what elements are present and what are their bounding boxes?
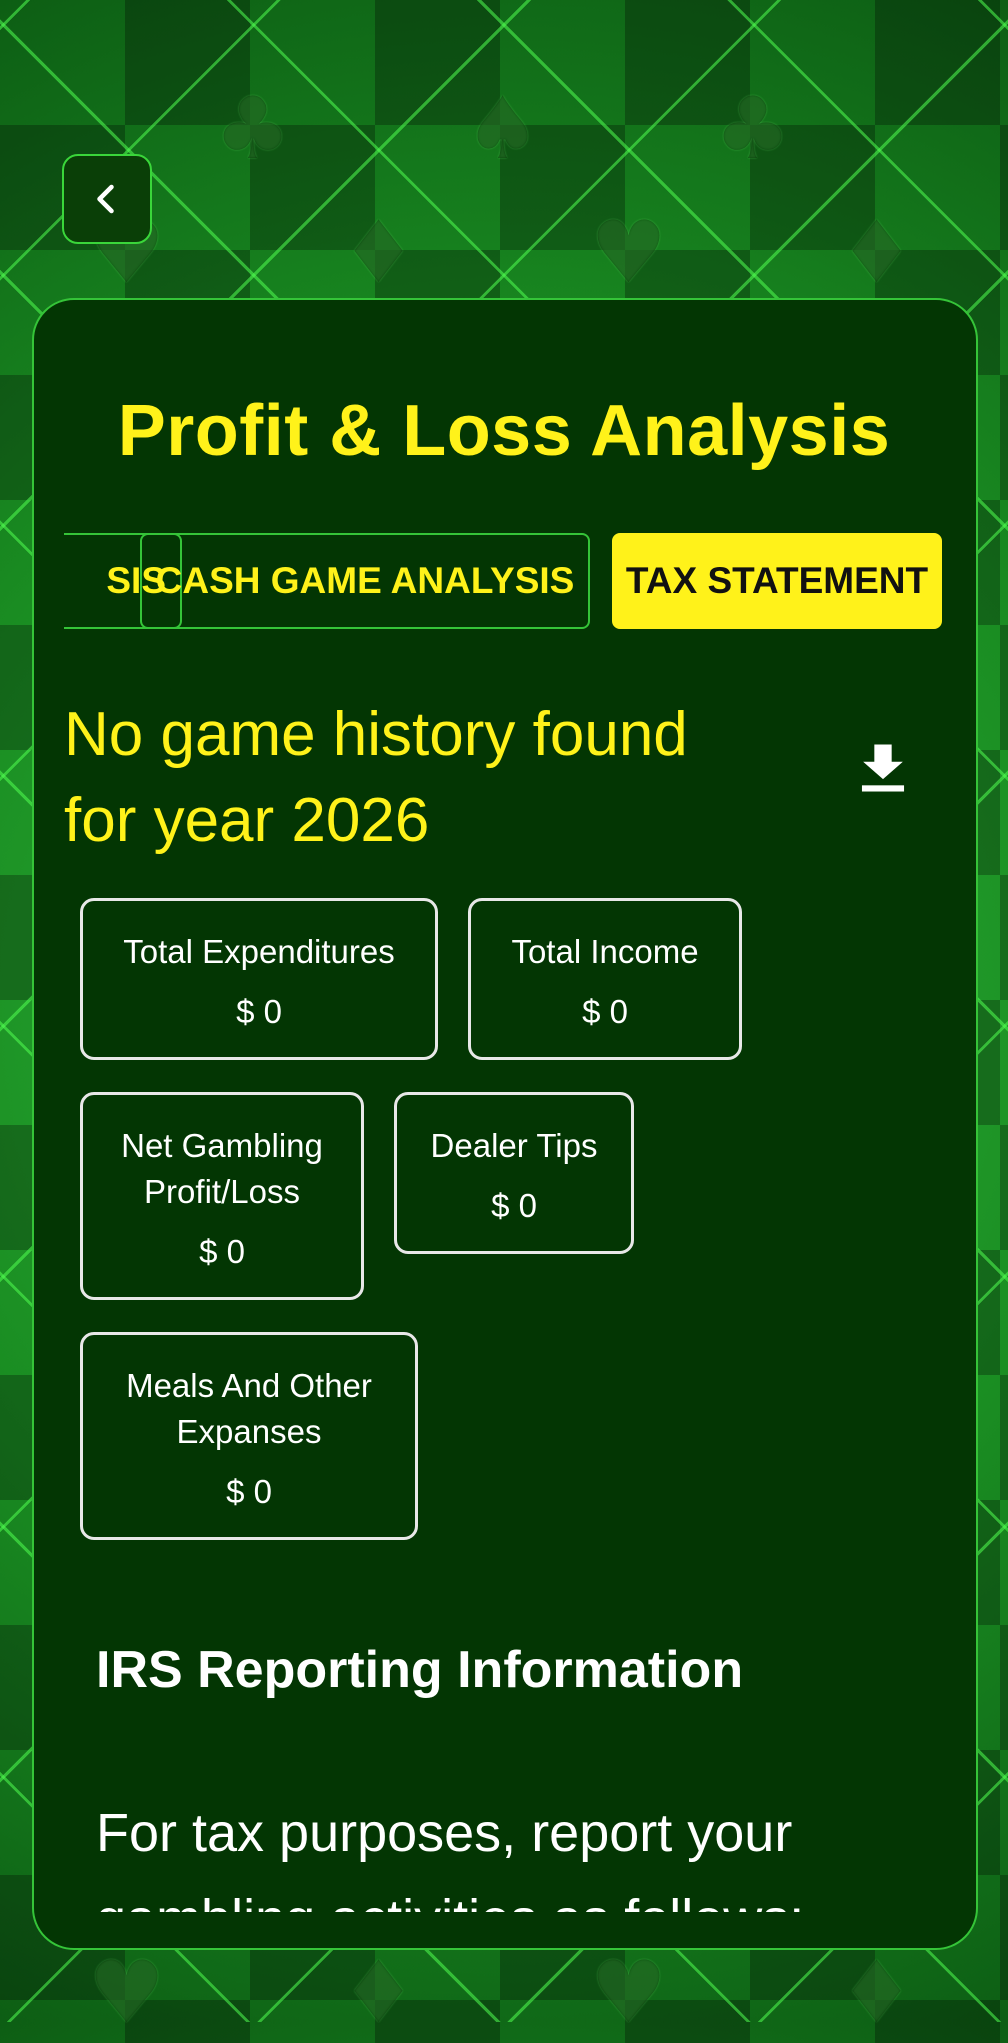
irs-body-text: For tax purposes, report your gambling a… — [96, 1790, 916, 1912]
spade-icon: ♠ — [464, 79, 542, 179]
irs-body-line-2: gambling activities as follows: — [96, 1876, 916, 1912]
card-clip: For tax purposes, report your gambling a… — [32, 298, 974, 1912]
club-icon: ♣ — [214, 79, 292, 179]
chevron-left-icon — [97, 184, 114, 214]
heart-icon: ♥ — [88, 1943, 166, 2043]
heart-icon: ♥ — [590, 203, 668, 303]
club-icon: ♣ — [714, 79, 792, 179]
irs-body-line-1: For tax purposes, report your — [96, 1803, 793, 1863]
diamond-icon: ♦ — [838, 1943, 916, 2043]
heart-icon: ♥ — [590, 1943, 668, 2043]
diamond-icon: ♦ — [340, 1943, 418, 2043]
back-button[interactable] — [62, 154, 152, 244]
diamond-icon: ♦ — [838, 203, 916, 303]
diamond-icon: ♦ — [340, 203, 418, 303]
